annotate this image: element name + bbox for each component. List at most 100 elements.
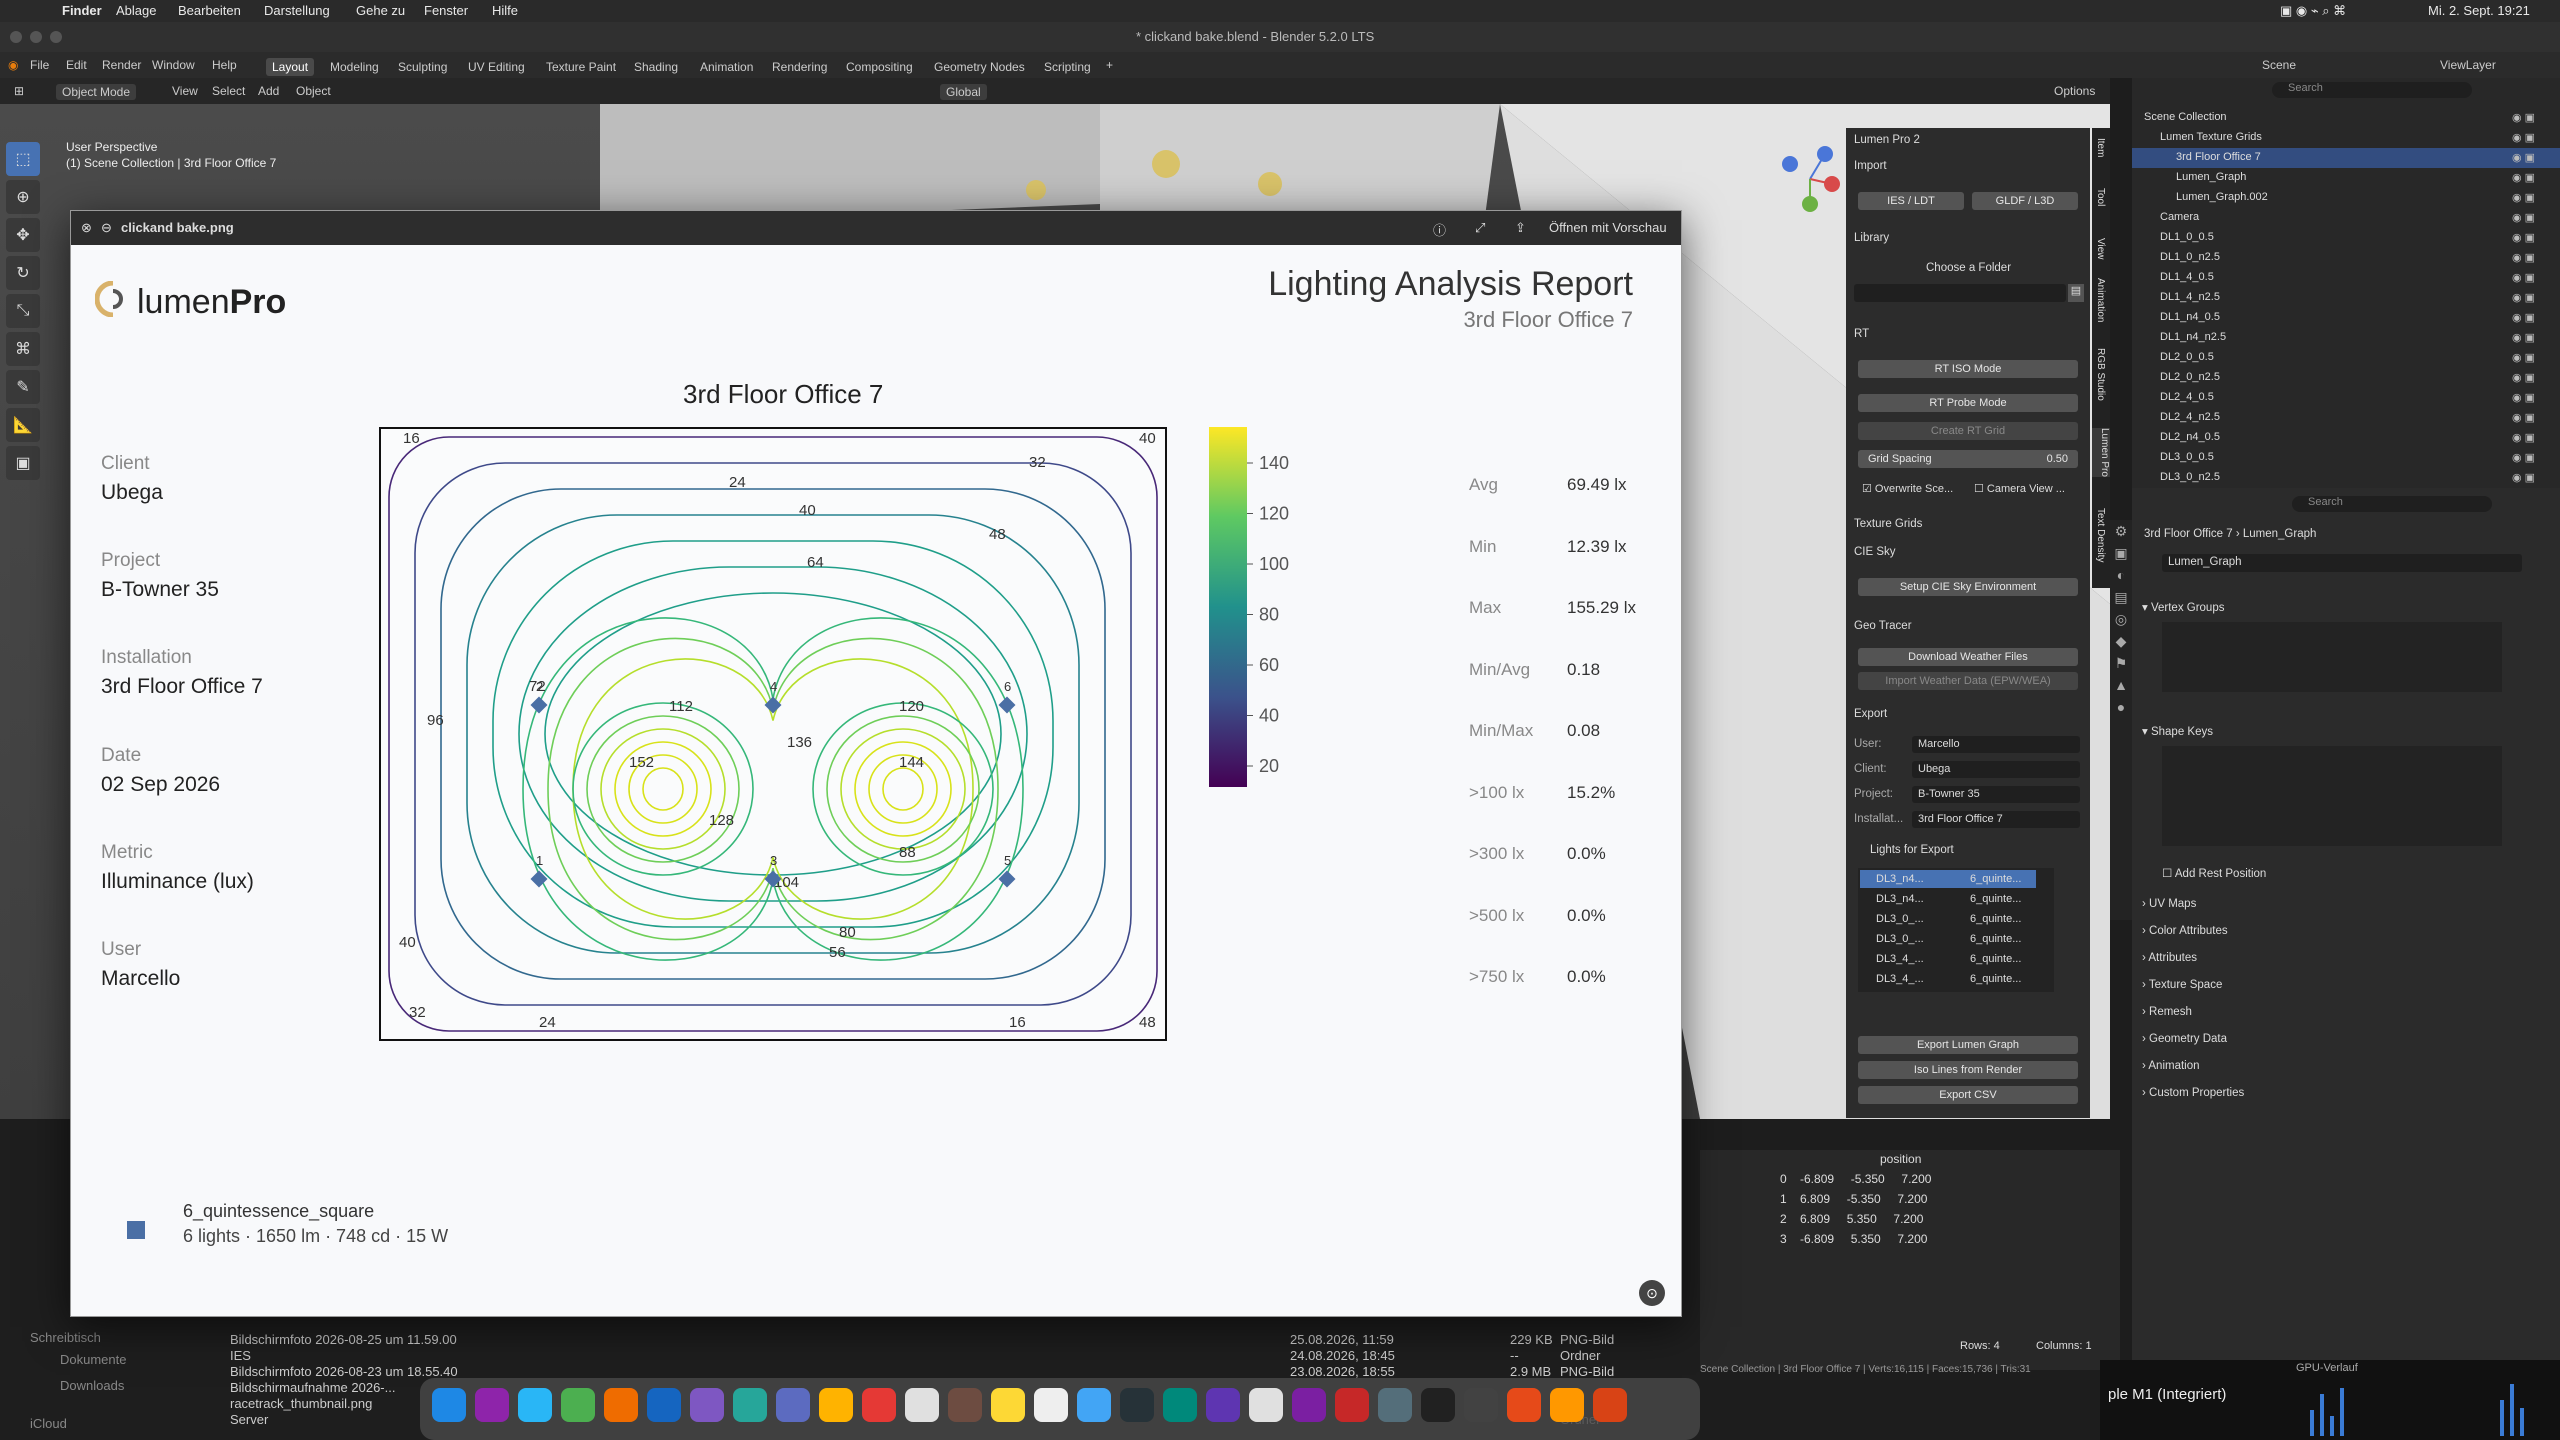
visibility-eye-icon[interactable]: ◉ ▣ <box>2512 311 2535 324</box>
visibility-eye-icon[interactable]: ◉ ▣ <box>2512 351 2535 364</box>
outliner-row[interactable]: DL1_0_0.5 ◉ ▣ <box>2132 228 2560 248</box>
close-icon[interactable]: ⊗ <box>81 220 92 236</box>
visibility-eye-icon[interactable]: ◉ ▣ <box>2512 191 2535 204</box>
vertex-groups-list[interactable] <box>2162 622 2502 692</box>
scale-tool-icon[interactable]: ⤡ <box>6 294 40 328</box>
file-row[interactable]: IES 24.08.2026, 18:45 -- Ordner <box>230 1348 1700 1364</box>
menu-hilfe[interactable]: Hilfe <box>492 3 518 18</box>
export-project-field[interactable]: B-Towner 35 <box>1912 786 2080 803</box>
visibility-eye-icon[interactable]: ◉ ▣ <box>2512 471 2535 484</box>
outliner-row[interactable]: DL1_0_n2.5 ◉ ▣ <box>2132 248 2560 268</box>
tab-texture-paint[interactable]: Texture Paint <box>540 58 622 76</box>
visibility-eye-icon[interactable]: ◉ ▣ <box>2512 151 2535 164</box>
rt-probe-mode-button[interactable]: RT Probe Mode <box>1858 394 2078 412</box>
vscode-icon[interactable] <box>1163 1388 1197 1422</box>
rotate-tool-icon[interactable]: ↻ <box>6 256 40 290</box>
outliner-row[interactable]: DL1_n4_n2.5 ◉ ▣ <box>2132 328 2560 348</box>
iso-lines-button[interactable]: Iso Lines from Render <box>1858 1061 2078 1079</box>
close-dot[interactable] <box>10 31 22 43</box>
calculator-icon[interactable] <box>1464 1388 1498 1422</box>
outliner-row[interactable]: DL2_0_n2.5 ◉ ▣ <box>2132 368 2560 388</box>
spreadsheet-row[interactable]: 2 6.809 5.350 7.200 <box>1780 1212 1923 1226</box>
brave-beta-icon[interactable] <box>1550 1388 1584 1422</box>
tab-shading[interactable]: Shading <box>628 58 684 76</box>
library-section[interactable]: Library <box>1854 232 1889 244</box>
outliner-row[interactable]: DL2_4_0.5 ◉ ▣ <box>2132 388 2560 408</box>
scene-selector[interactable]: Scene <box>2262 58 2296 72</box>
messages-icon[interactable] <box>561 1388 595 1422</box>
visibility-eye-icon[interactable]: ◉ ▣ <box>2512 391 2535 404</box>
visibility-eye-icon[interactable]: ◉ ▣ <box>2512 451 2535 464</box>
transform-tool-icon[interactable]: ⌘ <box>6 332 40 366</box>
blender-icon[interactable] <box>1593 1388 1627 1422</box>
outliner-row[interactable]: Lumen Texture Grids ◉ ▣ <box>2132 128 2560 148</box>
photos-icon[interactable] <box>819 1388 853 1422</box>
spreadsheet-row[interactable]: 1 6.809 -5.350 7.200 <box>1780 1192 1927 1206</box>
tab-item[interactable]: Item <box>2095 138 2106 157</box>
rt-section[interactable]: RT <box>1854 328 1869 340</box>
export-user-field[interactable]: Marcello <box>1912 736 2080 753</box>
sidebar-item-desktop[interactable]: Schreibtisch <box>30 1330 101 1345</box>
notes-icon[interactable] <box>991 1388 1025 1422</box>
menu-darstellung[interactable]: Darstellung <box>264 3 330 18</box>
brave-icon[interactable] <box>604 1388 638 1422</box>
tab-text-density[interactable]: Text Density <box>2095 508 2106 562</box>
visibility-eye-icon[interactable]: ◉ ▣ <box>2512 111 2535 124</box>
add-cube-tool-icon[interactable]: ▣ <box>6 446 40 480</box>
menu-edit[interactable]: Edit <box>66 58 87 72</box>
move-tool-icon[interactable]: ✥ <box>6 218 40 252</box>
visibility-eye-icon[interactable]: ◉ ▣ <box>2512 411 2535 424</box>
menu-window[interactable]: Window <box>152 58 195 72</box>
camera-view-checkbox[interactable]: ☐ Camera View ... <box>1974 482 2065 495</box>
transform-orientation[interactable]: Global <box>940 84 987 100</box>
outliner-row[interactable]: DL2_4_n2.5 ◉ ▣ <box>2132 408 2560 428</box>
terminal-icon[interactable] <box>1421 1388 1455 1422</box>
open-with-preview-button[interactable]: Öffnen mit Vorschau <box>1549 220 1667 235</box>
textedit-icon[interactable] <box>1120 1388 1154 1422</box>
discord-icon[interactable] <box>776 1388 810 1422</box>
create-rt-grid-button[interactable]: Create RT Grid <box>1858 422 2078 440</box>
tab-tool[interactable]: Tool <box>2095 188 2106 206</box>
tab-animation[interactable]: Animation <box>694 58 759 76</box>
tab-modeling[interactable]: Modeling <box>324 58 385 76</box>
visibility-eye-icon[interactable]: ◉ ▣ <box>2512 271 2535 284</box>
menu-add[interactable]: Add <box>258 84 279 98</box>
visibility-eye-icon[interactable]: ◉ ▣ <box>2512 371 2535 384</box>
section-shape-keys[interactable]: ▾ Shape Keys <box>2142 724 2213 738</box>
visibility-eye-icon[interactable]: ◉ ▣ <box>2512 331 2535 344</box>
zoom-dot[interactable] <box>50 31 62 43</box>
menu-help[interactable]: Help <box>212 58 237 72</box>
download-weather-button[interactable]: Download Weather Files <box>1858 648 2078 666</box>
section-animation[interactable]: › Animation <box>2142 1060 2200 1072</box>
ies-ldt-button[interactable]: IES / LDT <box>1858 192 1964 210</box>
tab-rgb-studio[interactable]: RGB Studio <box>2095 348 2106 401</box>
spreadsheet-row[interactable]: 3 -6.809 5.350 7.200 <box>1780 1232 1927 1246</box>
menu-app[interactable]: Finder <box>62 3 102 18</box>
filezilla-icon[interactable] <box>1335 1388 1369 1422</box>
properties-search[interactable]: Search <box>2292 496 2492 512</box>
finder-icon[interactable] <box>432 1388 466 1422</box>
outliner-row[interactable]: DL1_n4_0.5 ◉ ▣ <box>2132 308 2560 328</box>
tab-rendering[interactable]: Rendering <box>766 58 833 76</box>
spreadsheet-row[interactable]: 0 -6.809 -5.350 7.200 <box>1780 1172 1931 1186</box>
cursor-tool-icon[interactable]: ⊕ <box>6 180 40 214</box>
notion-icon[interactable] <box>1249 1388 1283 1422</box>
minimize-dot[interactable] <box>30 31 42 43</box>
outliner-row[interactable]: DL3_0_0.5 ◉ ▣ <box>2132 448 2560 468</box>
tab-animation-side[interactable]: Animation <box>2095 278 2106 322</box>
tab-view[interactable]: View <box>2095 238 2106 260</box>
section-uv-maps[interactable]: › UV Maps <box>2142 898 2196 910</box>
tab-compositing[interactable]: Compositing <box>840 58 919 76</box>
export-lumen-graph-button[interactable]: Export Lumen Graph <box>1858 1036 2078 1054</box>
visibility-eye-icon[interactable]: ◉ ▣ <box>2512 431 2535 444</box>
section-texture-space[interactable]: › Texture Space <box>2142 979 2222 991</box>
visibility-eye-icon[interactable]: ◉ ▣ <box>2512 231 2535 244</box>
menu-render[interactable]: Render <box>102 58 141 72</box>
grid-spacing-field[interactable]: Grid Spacing 0.50 <box>1858 450 2078 468</box>
section-custom-properties[interactable]: › Custom Properties <box>2142 1087 2244 1099</box>
folder-path-input[interactable] <box>1854 284 2066 302</box>
overwrite-checkbox[interactable]: ☑ Overwrite Sce... <box>1862 482 1953 495</box>
share-icon[interactable]: ⇪ <box>1515 220 1526 236</box>
import-section[interactable]: Import <box>1854 160 1887 172</box>
activity-icon[interactable] <box>1507 1388 1541 1422</box>
